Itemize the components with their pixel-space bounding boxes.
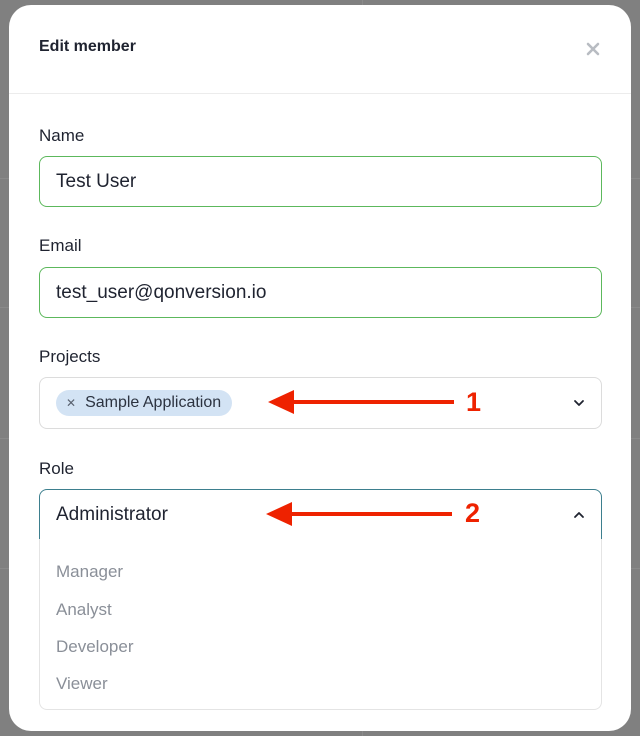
modal-title: Edit member [39, 38, 136, 55]
name-label: Name [39, 126, 85, 145]
email-label: Email [39, 236, 82, 255]
chip-remove-icon[interactable]: ✕ [66, 397, 76, 409]
email-field[interactable] [39, 267, 602, 318]
modal-header: Edit member [9, 5, 631, 94]
chevron-up-icon[interactable] [571, 507, 587, 523]
role-option-developer[interactable]: Developer [56, 637, 134, 657]
project-chip: ✕ Sample Application [56, 390, 233, 416]
edit-member-modal: Edit member Name Email Projects ✕ Sample… [9, 5, 631, 731]
role-option-analyst[interactable]: Analyst [56, 600, 112, 620]
annotation-number: 1 [466, 387, 482, 417]
annotation-arrow-icon [268, 390, 454, 414]
role-selected-value: Administrator [56, 504, 168, 525]
role-dropdown-menu: Manager Analyst Developer Viewer [39, 539, 602, 710]
annotation-number: 2 [465, 498, 481, 528]
projects-label: Projects [39, 347, 101, 366]
chevron-down-icon[interactable] [571, 395, 587, 411]
project-chip-label: Sample Application [85, 394, 222, 411]
role-option-manager[interactable]: Manager [56, 562, 123, 582]
role-label: Role [39, 459, 74, 478]
close-icon [586, 42, 600, 56]
close-button[interactable] [581, 37, 605, 61]
name-field[interactable] [39, 156, 602, 207]
role-option-viewer[interactable]: Viewer [56, 674, 108, 694]
annotation-arrow-icon [266, 502, 452, 526]
